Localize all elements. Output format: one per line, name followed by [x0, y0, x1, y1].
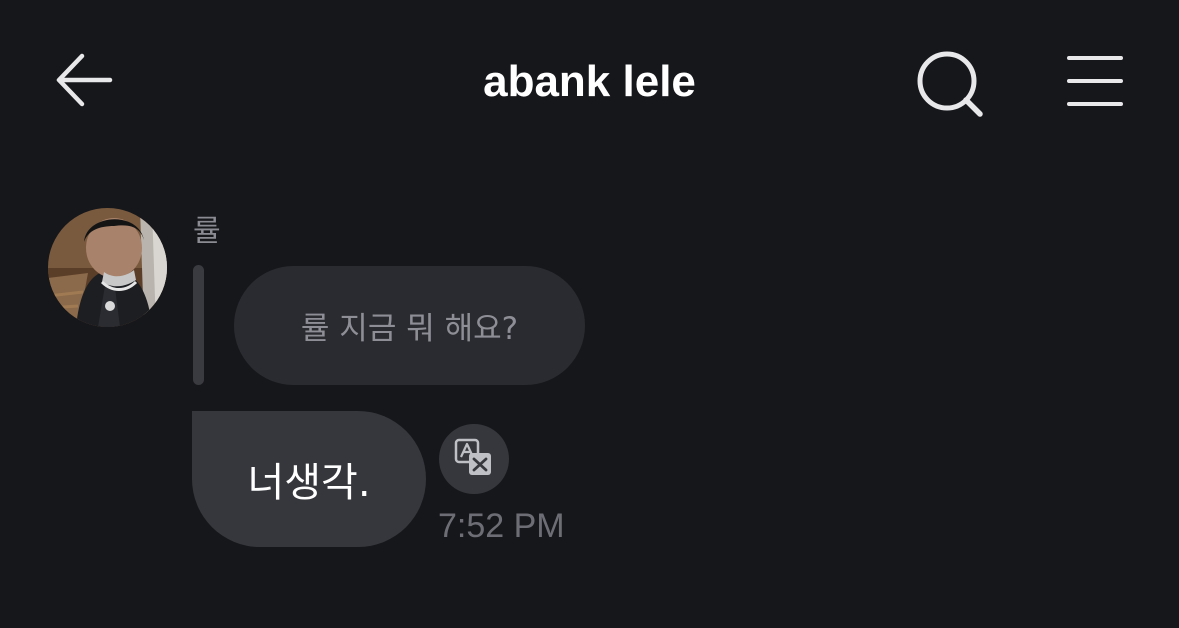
translate-icon [454, 438, 491, 475]
menu-button[interactable] [1062, 50, 1128, 110]
chat-header: abank lele [0, 0, 1179, 165]
chat-title: abank lele [483, 57, 696, 106]
back-button[interactable] [50, 48, 118, 112]
quoted-message-bubble[interactable]: 률 지금 뭐 해요? [234, 266, 585, 385]
hamburger-menu-icon [1067, 56, 1123, 106]
avatar[interactable] [48, 208, 167, 327]
search-button[interactable] [912, 48, 988, 120]
message-bubble[interactable]: 너생각. [192, 411, 426, 547]
message-text: 너생각. [247, 460, 371, 506]
reply-indicator-bar [193, 265, 204, 385]
arrow-left-icon [56, 53, 113, 107]
quoted-message-text: 률 지금 뭐 해요? [300, 311, 519, 347]
sender-name: 률 [193, 214, 221, 249]
message-timestamp: 7:52 PM [438, 507, 565, 545]
translate-button[interactable] [439, 424, 509, 494]
search-icon [917, 51, 983, 117]
